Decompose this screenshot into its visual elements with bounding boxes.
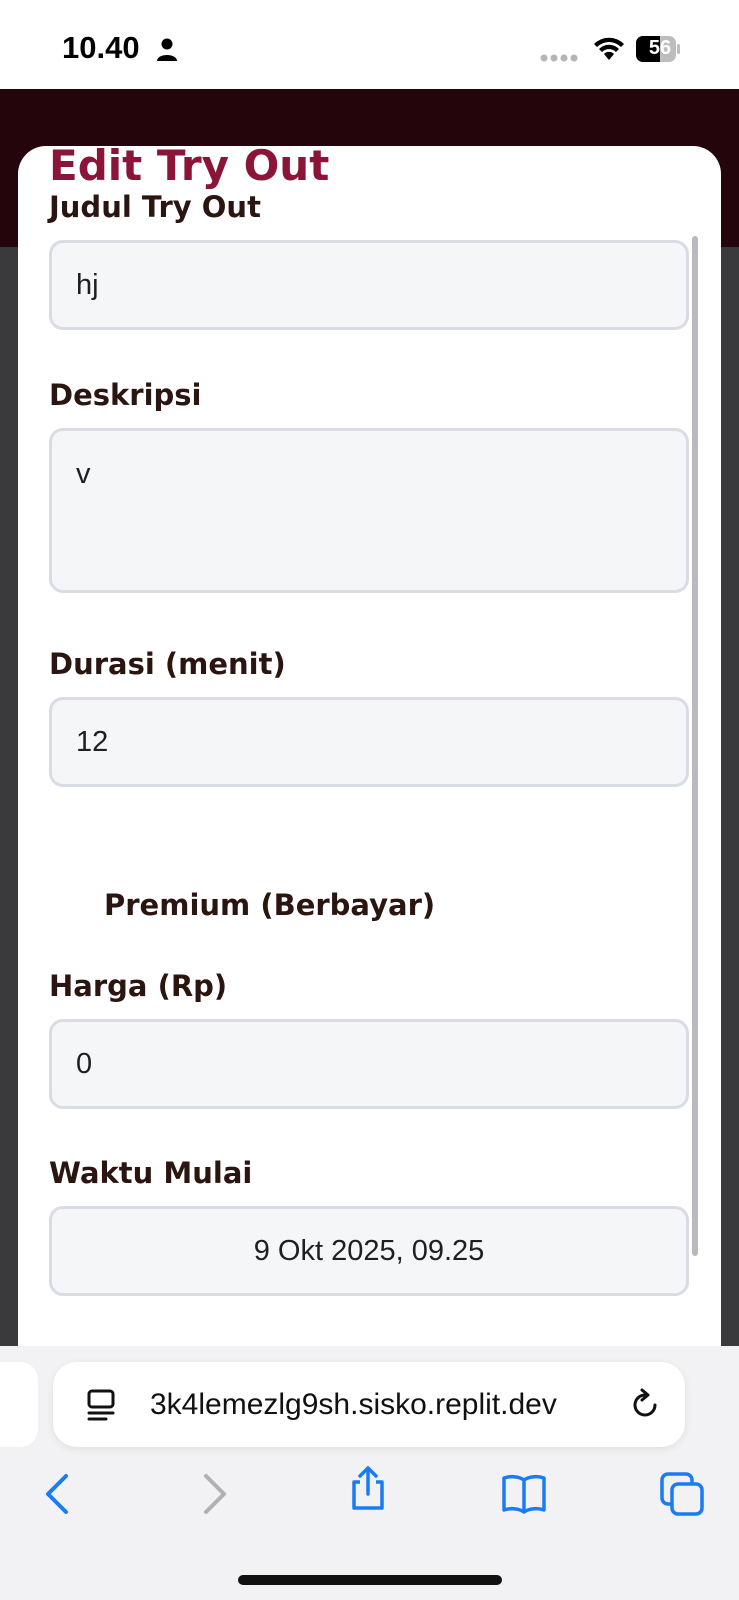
page-menu-icon[interactable] xyxy=(86,1388,118,1422)
previous-tab-peek[interactable] xyxy=(0,1362,38,1447)
edit-try-out-modal: Edit Try Out Judul Try Out hj Deskripsi … xyxy=(18,146,721,1346)
tabs-icon[interactable] xyxy=(660,1472,704,1516)
harga-input[interactable]: 0 xyxy=(49,1019,689,1109)
waktu-mulai-input[interactable]: 9 Okt 2025, 09.25 xyxy=(49,1206,689,1296)
status-time: 10.40 xyxy=(62,30,140,65)
status-bar: 10.40 56 xyxy=(0,0,739,89)
cellular-signal-icon xyxy=(540,54,578,62)
durasi-input[interactable]: 12 xyxy=(49,697,689,787)
reload-icon[interactable] xyxy=(628,1388,662,1422)
wifi-icon xyxy=(594,37,624,60)
battery-level: 56 xyxy=(648,37,672,59)
person-icon xyxy=(157,38,177,61)
url-text[interactable]: 3k4lemezlg9sh.sisko.replit.dev xyxy=(150,1388,610,1422)
modal-scrollbar[interactable] xyxy=(692,236,698,1256)
judul-input[interactable]: hj xyxy=(49,240,689,330)
home-indicator xyxy=(238,1575,502,1585)
waktu-mulai-label: Waktu Mulai xyxy=(49,1156,253,1190)
forward-icon[interactable] xyxy=(192,1472,236,1516)
deskripsi-textarea[interactable]: v xyxy=(49,428,689,593)
judul-label: Judul Try Out xyxy=(49,190,261,224)
share-icon[interactable] xyxy=(346,1466,390,1510)
deskripsi-label: Deskripsi xyxy=(49,378,202,412)
bookmarks-icon[interactable] xyxy=(502,1472,546,1516)
durasi-label: Durasi (menit) xyxy=(49,647,286,681)
premium-checkbox-label[interactable]: Premium (Berbayar) xyxy=(104,888,435,922)
modal-title: Edit Try Out xyxy=(49,146,330,190)
harga-label: Harga (Rp) xyxy=(49,969,228,1003)
back-icon[interactable] xyxy=(36,1472,80,1516)
